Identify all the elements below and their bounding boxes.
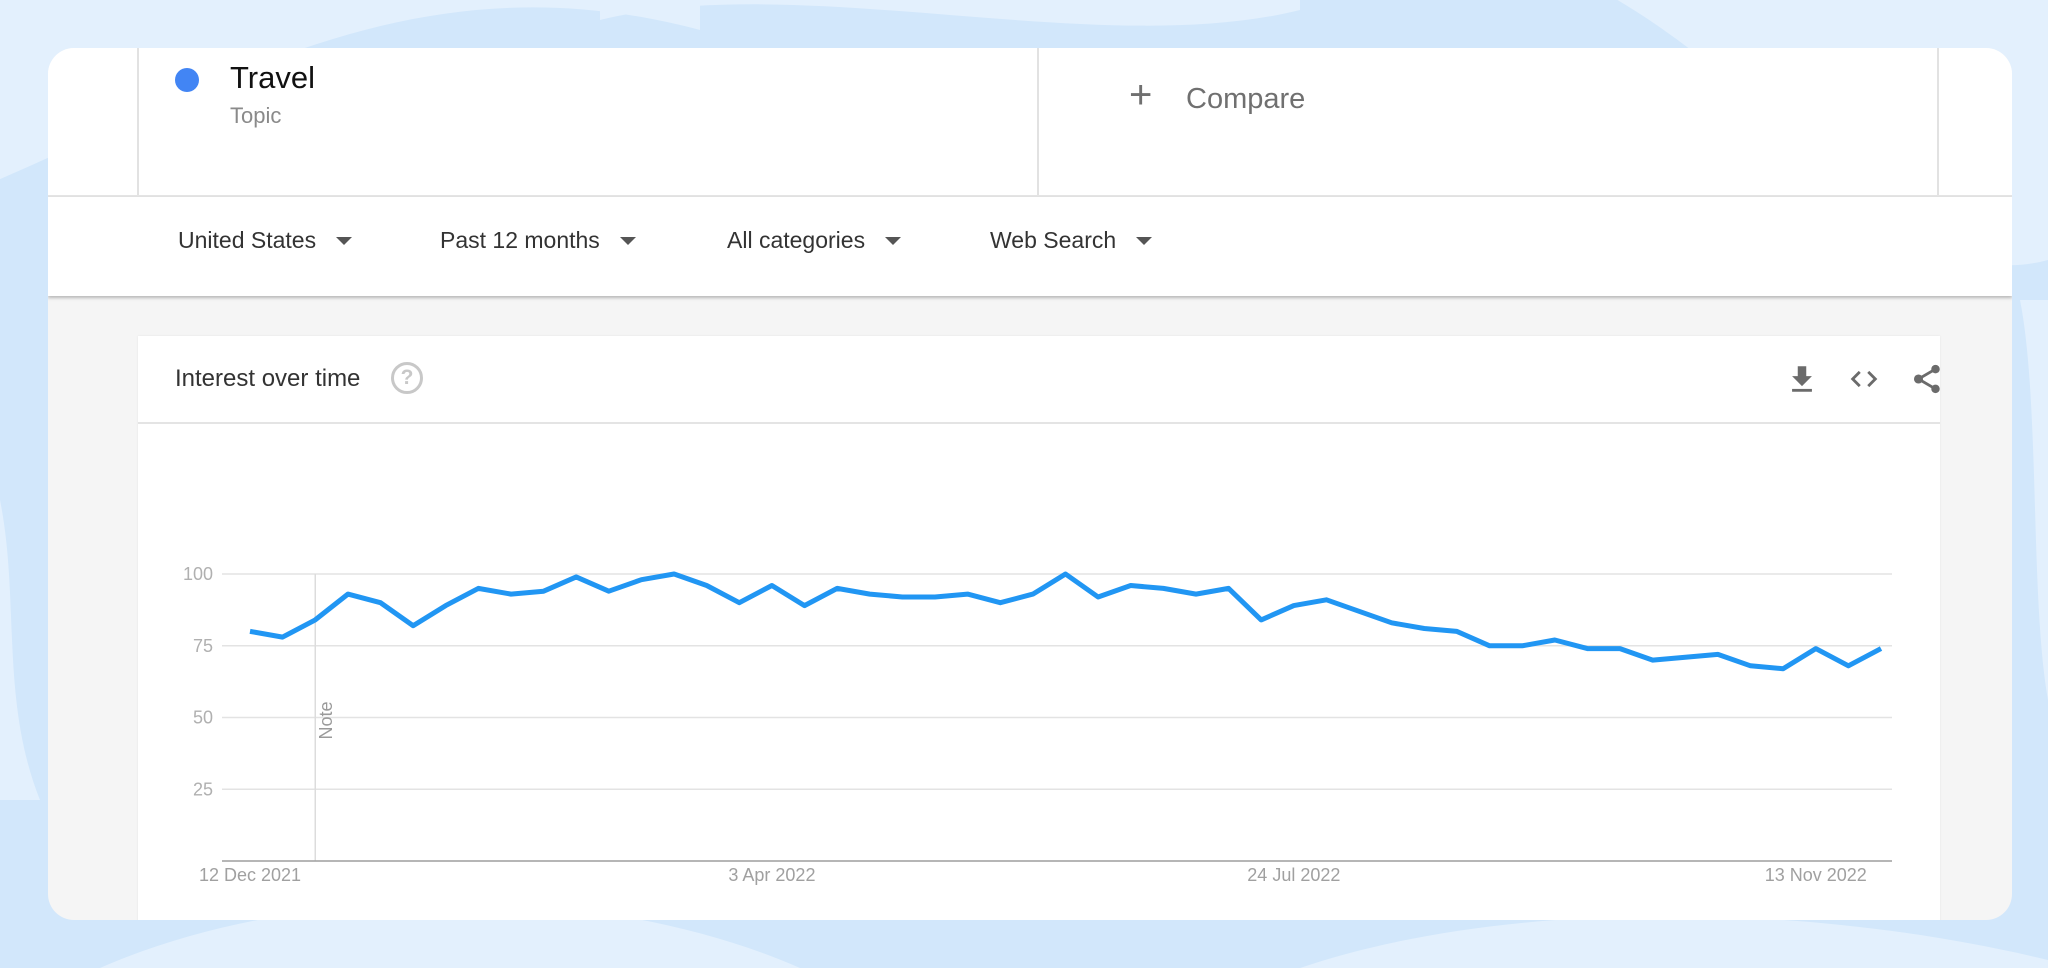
series-line-travel [249,571,1883,672]
region-dropdown[interactable]: United States [178,227,353,254]
term-color-dot [175,68,199,92]
time-range-dropdown[interactable]: Past 12 months [440,227,636,254]
category-dropdown[interactable]: All categories [727,227,902,254]
search-type-label: Web Search [990,227,1117,253]
divider [1937,48,1939,195]
y-tick-label: 25 [193,779,213,799]
caret-down-icon [619,236,636,245]
search-terms-bar: Travel Topic + Compare [48,48,2012,197]
x-tick-label: 12 Dec 2021 [199,865,301,885]
search-type-dropdown[interactable]: Web Search [990,227,1153,254]
x-tick-label: 24 Jul 2022 [1247,865,1340,885]
region-label: United States [178,227,317,253]
term-type: Topic [230,103,282,128]
line-chart: 25 50 75 100 Note 12 Dec 2021 3 Apr 2022 24 Jul… [183,564,1892,885]
caret-down-icon [1136,236,1153,245]
x-tick-label: 13 Nov 2022 [1765,865,1867,885]
caret-down-icon [885,236,902,245]
divider [1037,48,1039,195]
annotation-note-label: Note [316,701,336,739]
interest-over-time-card: Interest over time ? 25 50 75 100 Note 12 Dec… [138,336,1940,920]
y-tick-label: 75 [193,636,213,656]
time-range-label: Past 12 months [440,227,600,253]
caret-down-icon [336,236,353,245]
category-label: All categories [727,227,866,253]
plus-icon: + [1129,73,1153,117]
y-tick-label: 50 [193,708,213,728]
filter-bar: United States Past 12 months All categor… [48,197,2012,296]
compare-button[interactable]: + Compare [1083,48,1983,195]
search-term-travel[interactable]: Travel Topic [138,48,1038,195]
trends-panel: Travel Topic + Compare United States Pas… [48,48,2012,920]
x-tick-label: 3 Apr 2022 [728,865,815,885]
y-tick-label: 100 [183,564,213,584]
compare-label: Compare [1186,83,1306,115]
term-name: Travel [230,60,315,95]
